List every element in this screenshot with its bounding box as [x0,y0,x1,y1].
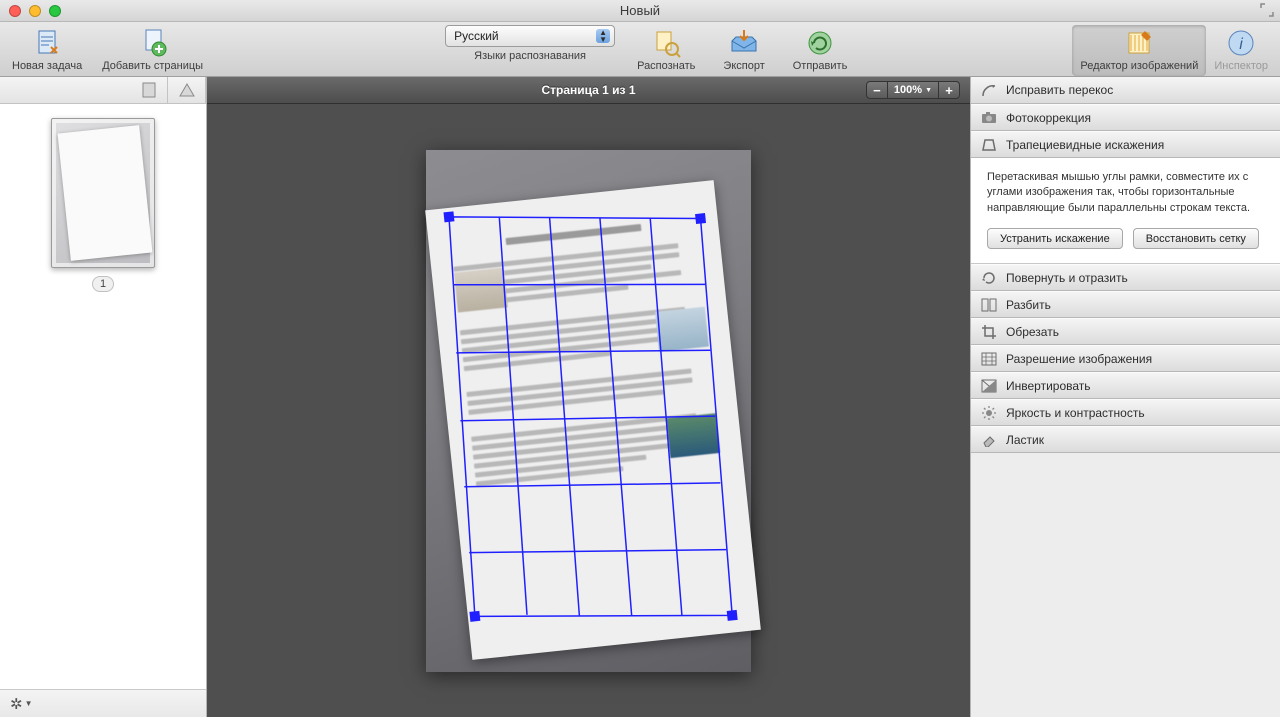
page-indicator: Страница 1 из 1 [207,83,970,97]
page-thumbnail-1[interactable] [51,118,155,268]
tool-crop[interactable]: Обрезать [971,318,1280,345]
image-editor-label: Редактор изображений [1080,60,1198,72]
tool-resolution[interactable]: Разрешение изображения [971,345,1280,372]
tool-rotate[interactable]: Повернуть и отразить [971,264,1280,291]
trapezoid-help-text: Перетаскивая мышью углы рамки, совместит… [987,170,1264,216]
gear-icon: ✲ [10,695,23,713]
window-title: Новый [0,3,1280,18]
add-pages-label: Добавить страницы [102,60,203,72]
sidebar-settings-button[interactable]: ✲▼ [10,695,33,713]
add-pages-icon [137,27,169,59]
language-value: Русский [454,29,499,43]
invert-icon [981,378,997,394]
trapezoid-icon [981,137,997,153]
new-task-icon [31,27,63,59]
tool-brightness-label: Яркость и контрастность [1006,406,1145,420]
crop-icon [981,324,997,340]
tool-eraser[interactable]: Ластик [971,426,1280,453]
rotate-icon [981,270,997,286]
sidebar-spacer [0,77,130,103]
export-label: Экспорт [723,60,764,72]
deskew-icon [981,82,997,98]
thumbnails-sidebar: 1 ✲▼ [0,77,207,717]
eraser-icon [981,432,997,448]
warning-icon [179,83,195,97]
export-button[interactable]: Экспорт [717,25,770,72]
sidebar-tab-pages[interactable] [130,77,168,103]
tool-trapezoid-label: Трапециевидные искажения [1006,138,1164,152]
recognize-icon [650,27,682,59]
tool-deskew[interactable]: Исправить перекос [971,77,1280,104]
tool-eraser-label: Ластик [1006,433,1044,447]
zoom-level-dropdown[interactable]: 100%▼ [888,81,938,99]
send-icon [804,27,836,59]
new-task-label: Новая задача [12,60,82,72]
send-label: Отправить [793,60,848,72]
new-task-button[interactable]: Новая задача [6,25,88,76]
tool-invert-label: Инвертировать [1006,379,1091,393]
image-canvas-area: Страница 1 из 1 − 100%▼ + [207,77,970,717]
tool-photo-correction-label: Фотокоррекция [1006,111,1091,125]
tool-rotate-label: Повернуть и отразить [1006,271,1128,285]
recognize-button[interactable]: Распознать [631,25,701,72]
scanned-image[interactable] [426,150,751,672]
tool-crop-label: Обрезать [1006,325,1059,339]
tool-split-label: Разбить [1006,298,1051,312]
language-caption: Языки распознавания [474,50,586,62]
titlebar: Новый [0,0,1280,22]
export-icon [728,27,760,59]
inspector-tab[interactable]: i Инспектор [1206,25,1276,76]
thumbnail-number: 1 [92,276,114,292]
page-icon [142,82,156,98]
image-editor-tab[interactable]: Редактор изображений [1072,25,1206,76]
fix-distortion-button[interactable]: Устранить искажение [987,228,1123,249]
camera-icon [981,110,997,126]
tool-split[interactable]: Разбить [971,291,1280,318]
reset-grid-button[interactable]: Восстановить сетку [1133,228,1259,249]
language-select[interactable]: Русский ▲▼ [445,25,615,47]
inspector-label: Инспектор [1214,60,1268,72]
zoom-in-button[interactable]: + [938,81,960,99]
trapezoid-panel: Перетаскивая мышью углы рамки, совместит… [971,158,1280,264]
tool-resolution-label: Разрешение изображения [1006,352,1152,366]
sidebar-tab-warnings[interactable] [168,77,206,103]
image-editor-icon [1123,27,1155,59]
zoom-out-button[interactable]: − [866,81,888,99]
send-button[interactable]: Отправить [787,25,854,72]
tool-deskew-label: Исправить перекос [1006,83,1113,97]
add-pages-button[interactable]: Добавить страницы [96,25,209,76]
tool-trapezoid[interactable]: Трапециевидные искажения [971,131,1280,158]
svg-text:i: i [1239,36,1243,53]
resolution-icon [981,351,997,367]
tool-photo-correction[interactable]: Фотокоррекция [971,104,1280,131]
tool-brightness[interactable]: Яркость и контрастность [971,399,1280,426]
brightness-icon [981,405,997,421]
fullscreen-icon[interactable] [1260,3,1274,17]
image-editor-panel: Исправить перекос Фотокоррекция Трапецие… [970,77,1280,717]
split-icon [981,297,997,313]
recognize-label: Распознать [637,60,695,72]
inspector-icon: i [1225,27,1257,59]
tool-invert[interactable]: Инвертировать [971,372,1280,399]
main-toolbar: Новая задача Добавить страницы Русский ▲… [0,22,1280,77]
